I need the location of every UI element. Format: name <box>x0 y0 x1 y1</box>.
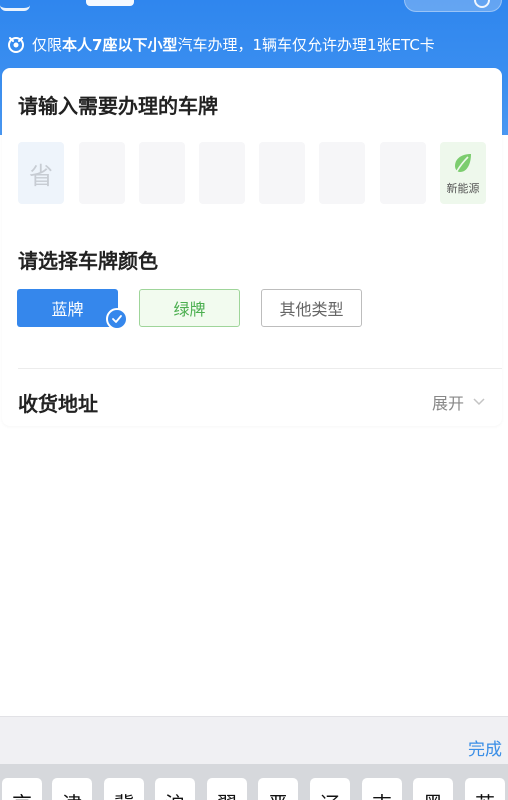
back-arrow-icon[interactable] <box>0 0 30 11</box>
divider <box>18 368 502 369</box>
plate-char-box[interactable] <box>259 142 305 204</box>
new-energy-label: 新能源 <box>446 181 480 195</box>
leaf-icon <box>455 153 471 172</box>
notice-suffix: 汽车办理，1辆车仅允许办理1张ETC卡 <box>177 35 435 54</box>
other-plate-option[interactable]: 其他类型 <box>261 289 362 327</box>
expand-label: 展开 <box>431 394 464 413</box>
keyboard-key[interactable]: 沪 <box>155 778 195 800</box>
province-keyboard: 京 津 冀 沪 翼 晋 辽 吉 黑 苏 <box>0 764 508 800</box>
keyboard-key[interactable]: 京 <box>2 778 42 800</box>
green-plate-option[interactable]: 绿牌 <box>139 289 240 327</box>
plate-char-box[interactable] <box>199 142 245 204</box>
plate-province-box[interactable]: 省 <box>18 142 64 204</box>
address-label: 收货地址 <box>18 392 98 416</box>
plate-section-title: 请输入需要办理的车牌 <box>18 94 218 118</box>
notice-prefix: 仅限 <box>32 35 63 54</box>
keyboard-key[interactable]: 晋 <box>258 778 298 800</box>
keyboard-key[interactable]: 津 <box>52 778 92 800</box>
plate-char-box[interactable] <box>319 142 365 204</box>
chevron-down-icon <box>473 398 485 406</box>
plate-char-box[interactable] <box>380 142 426 204</box>
checkmark-icon <box>106 308 128 330</box>
keyboard-key[interactable]: 黑 <box>413 778 453 800</box>
plate-char-box[interactable] <box>139 142 185 204</box>
keyboard-key[interactable]: 辽 <box>310 778 350 800</box>
plate-color-title: 请选择车牌颜色 <box>18 249 158 273</box>
keyboard-key[interactable]: 翼 <box>207 778 247 800</box>
address-expand-toggle[interactable]: 展开 <box>432 390 486 414</box>
plate-char-box[interactable] <box>79 142 125 204</box>
new-energy-box[interactable]: 新能源 <box>440 142 486 204</box>
etc-notice: 仅限 本人7座以下小型 汽车办理，1辆车仅允许办理1张ETC卡 <box>6 34 435 54</box>
top-nav-strip <box>0 0 508 22</box>
megaphone-icon <box>8 37 24 53</box>
blue-plate-option[interactable]: 蓝牌 <box>17 289 118 327</box>
plate-form-card: 请输入需要办理的车牌 省 新能源 请选择车牌颜色 蓝牌 绿牌 其他类型 收货地址… <box>2 68 502 426</box>
page-title-fragment <box>86 0 134 6</box>
done-button[interactable]: 完成 <box>468 735 502 760</box>
keyboard-key[interactable]: 冀 <box>104 778 144 800</box>
keyboard-toolbar: 完成 <box>0 716 508 765</box>
keyboard-key[interactable]: 吉 <box>362 778 402 800</box>
notice-highlight: 本人7座以下小型 <box>62 35 178 54</box>
keyboard-key[interactable]: 苏 <box>465 778 505 800</box>
